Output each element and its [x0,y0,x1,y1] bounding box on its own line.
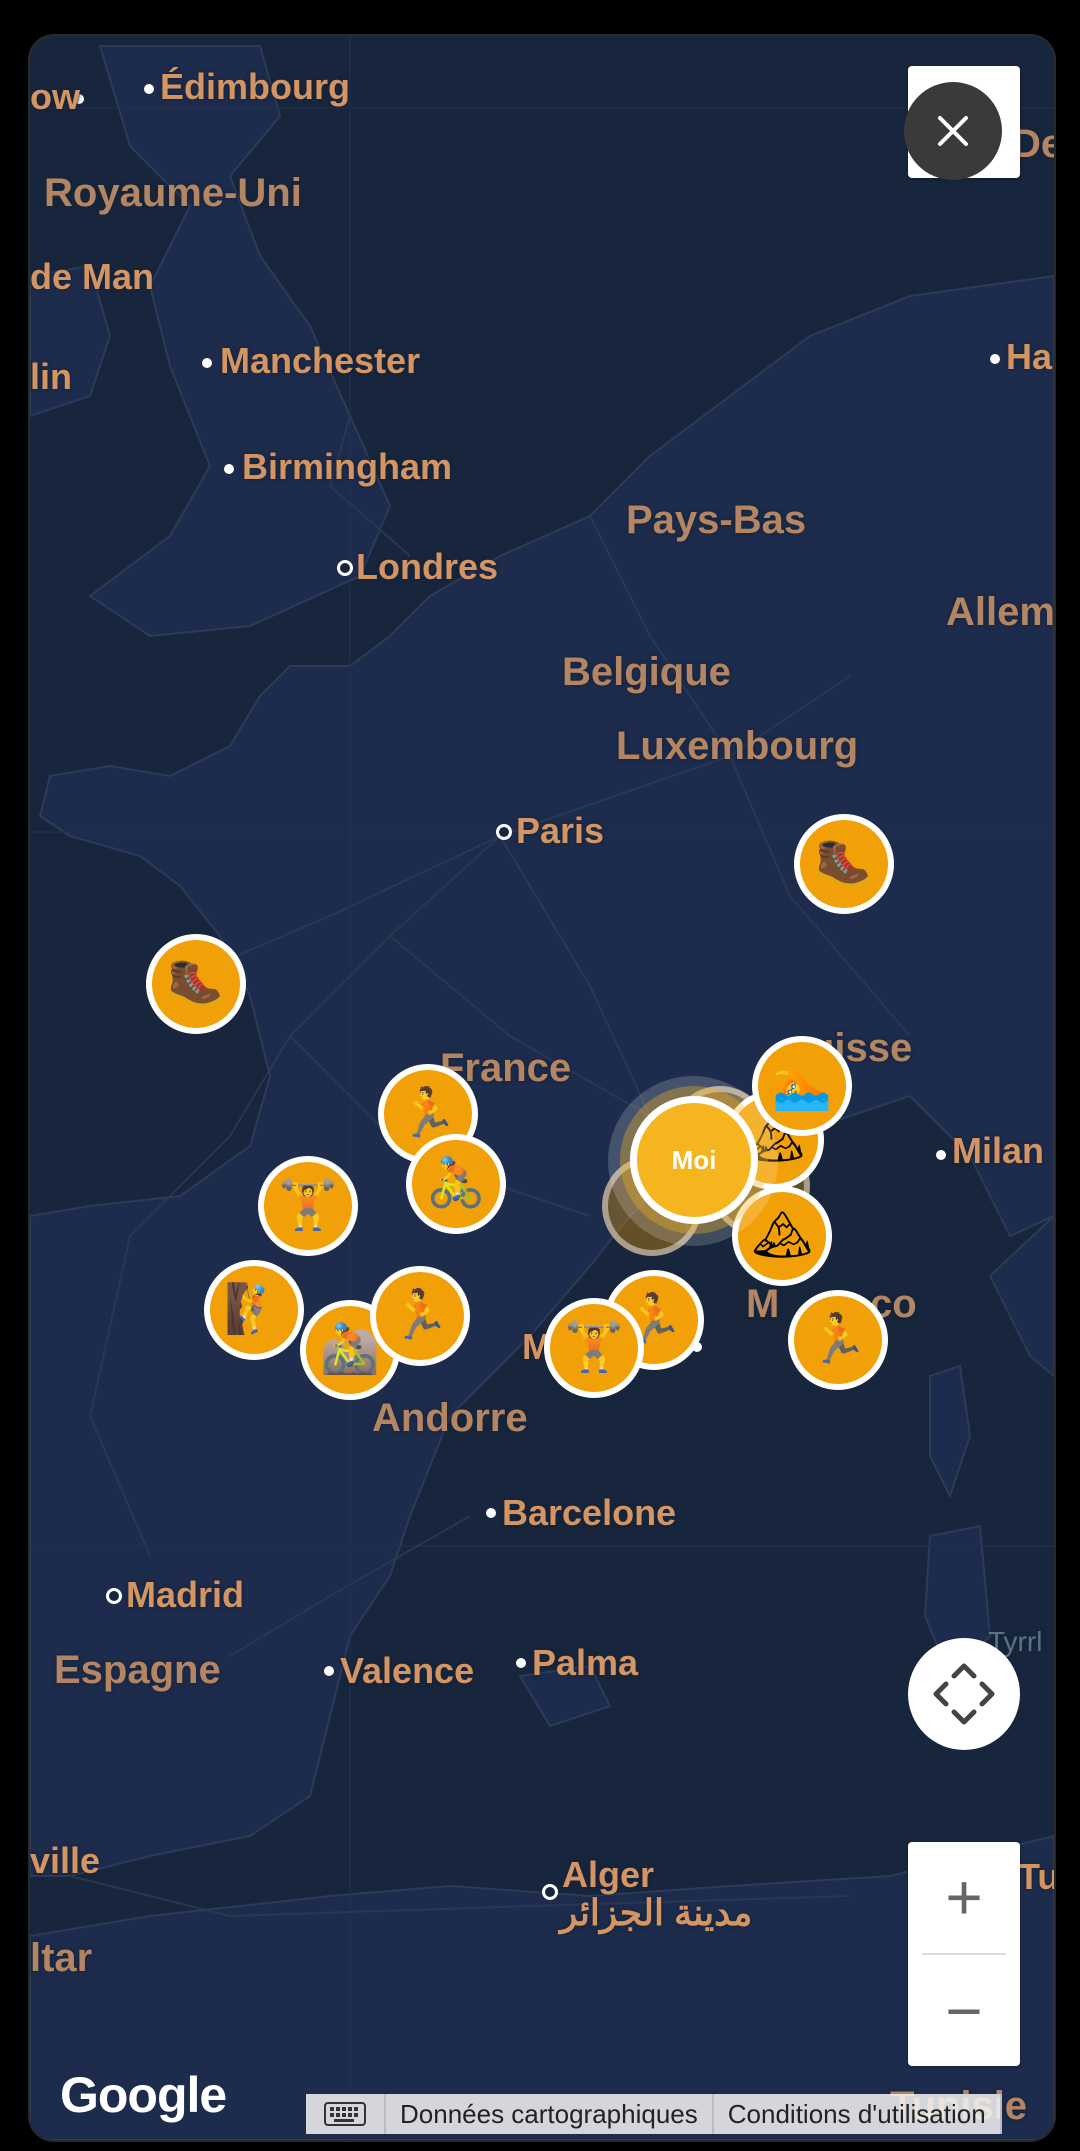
label-glasgow[interactable]: ow [30,76,80,118]
map-data-link[interactable]: Données cartographiques [386,2094,714,2134]
valencia-dot [324,1666,334,1676]
label-algiers[interactable]: Alger [562,1854,654,1896]
label-seville[interactable]: ville [30,1840,100,1882]
barcelona-dot [486,1508,496,1518]
google-logo: Google [60,2067,227,2123]
madrid-dot [106,1588,122,1604]
label-algiers-ar[interactable]: مدينة الجزائر [560,1892,752,1934]
paris-dot [496,824,512,840]
weightlifting-icon: 🏋 [564,1321,624,1374]
palma-dot [516,1658,526,1668]
label-barcelona[interactable]: Barcelone [502,1492,676,1534]
label-isle-of-man[interactable]: de Man [30,256,154,298]
label-spain[interactable]: Espagne [54,1648,221,1693]
cycling-icon: 🚴 [426,1157,486,1210]
running-icon: 🏃 [390,1289,450,1342]
marker-cycling[interactable]: 🚴 [406,1134,506,1234]
attribution-bar: Données cartographiques Conditions d'uti… [306,2094,1002,2134]
keyboard-icon [324,2102,366,2126]
marker-running[interactable]: 🏃 [788,1290,888,1390]
swimming-icon: 🏊 [772,1059,832,1112]
label-monaco-m[interactable]: M [746,1282,779,1327]
close-icon [938,116,968,146]
marker-climbing[interactable]: 🧗 [204,1260,304,1360]
hiking-boot-icon: 🥾 [814,837,874,890]
label-hamburg[interactable]: Ha [1006,336,1052,378]
label-edinburgh[interactable]: Édimbourg [160,66,350,108]
hamburg-dot [990,354,1000,364]
milan-dot [936,1150,946,1160]
label-birmingham[interactable]: Birmingham [242,446,452,488]
my-location-marker[interactable]: Moi [630,1096,758,1224]
recenter-icon [933,1663,995,1725]
london-dot [337,560,353,576]
recenter-button[interactable] [908,1638,1020,1750]
label-tunis[interactable]: Tu [1018,1856,1054,1898]
running-icon: 🏃 [398,1087,458,1140]
manchester-dot [202,358,212,368]
label-belgium[interactable]: Belgique [562,650,731,695]
keyboard-shortcuts-button[interactable] [306,2094,386,2134]
marker-hiking[interactable]: 🥾 [794,814,894,914]
climbing-icon: 🧗 [224,1283,284,1336]
algiers-dot [542,1884,558,1900]
label-madrid[interactable]: Madrid [126,1574,244,1616]
label-milan[interactable]: Milan [952,1130,1044,1172]
terms-link[interactable]: Conditions d'utilisation [713,2094,1002,2134]
running-icon: 🏃 [808,1313,868,1366]
weightlifting-icon: 🏋 [278,1179,338,1232]
zoom-out-button[interactable]: − [908,1956,1020,2066]
label-andorra[interactable]: Andorre [372,1396,528,1441]
label-manchester[interactable]: Manchester [220,340,420,382]
label-luxembourg[interactable]: Luxembourg [616,724,858,769]
label-palma[interactable]: Palma [532,1642,638,1684]
label-uk[interactable]: Royaume-Uni [44,171,302,216]
zoom-divider [922,1953,1006,1955]
map-container[interactable]: ow Édimbourg Royaume-Uni de Man lin Manc… [28,34,1056,2142]
zoom-control: + − [908,1842,1020,2066]
cycling-icon: 🚵 [320,1323,380,1376]
label-gibraltar[interactable]: ltar [30,1936,92,1981]
hiking-boot-icon: 🥾 [166,957,226,1010]
marker-weightlifting[interactable]: 🏋 [544,1298,644,1398]
zoom-in-button[interactable]: + [908,1842,1020,1952]
label-valencia[interactable]: Valence [340,1650,474,1692]
label-dublin[interactable]: lin [30,356,72,398]
my-location-label: Moi [671,1144,717,1175]
mountain-icon: 🏔 [751,1209,813,1262]
close-button[interactable] [904,82,1002,180]
marker-running[interactable]: 🏃 [370,1266,470,1366]
label-london[interactable]: Londres [356,546,498,588]
edinburgh-dot [144,84,154,94]
label-germany[interactable]: Allema [946,590,1054,635]
marker-hiking[interactable]: 🥾 [146,934,246,1034]
label-netherlands[interactable]: Pays-Bas [626,498,806,543]
marker-weightlifting[interactable]: 🏋 [258,1156,358,1256]
label-paris[interactable]: Paris [516,810,604,852]
birmingham-dot [224,464,234,474]
